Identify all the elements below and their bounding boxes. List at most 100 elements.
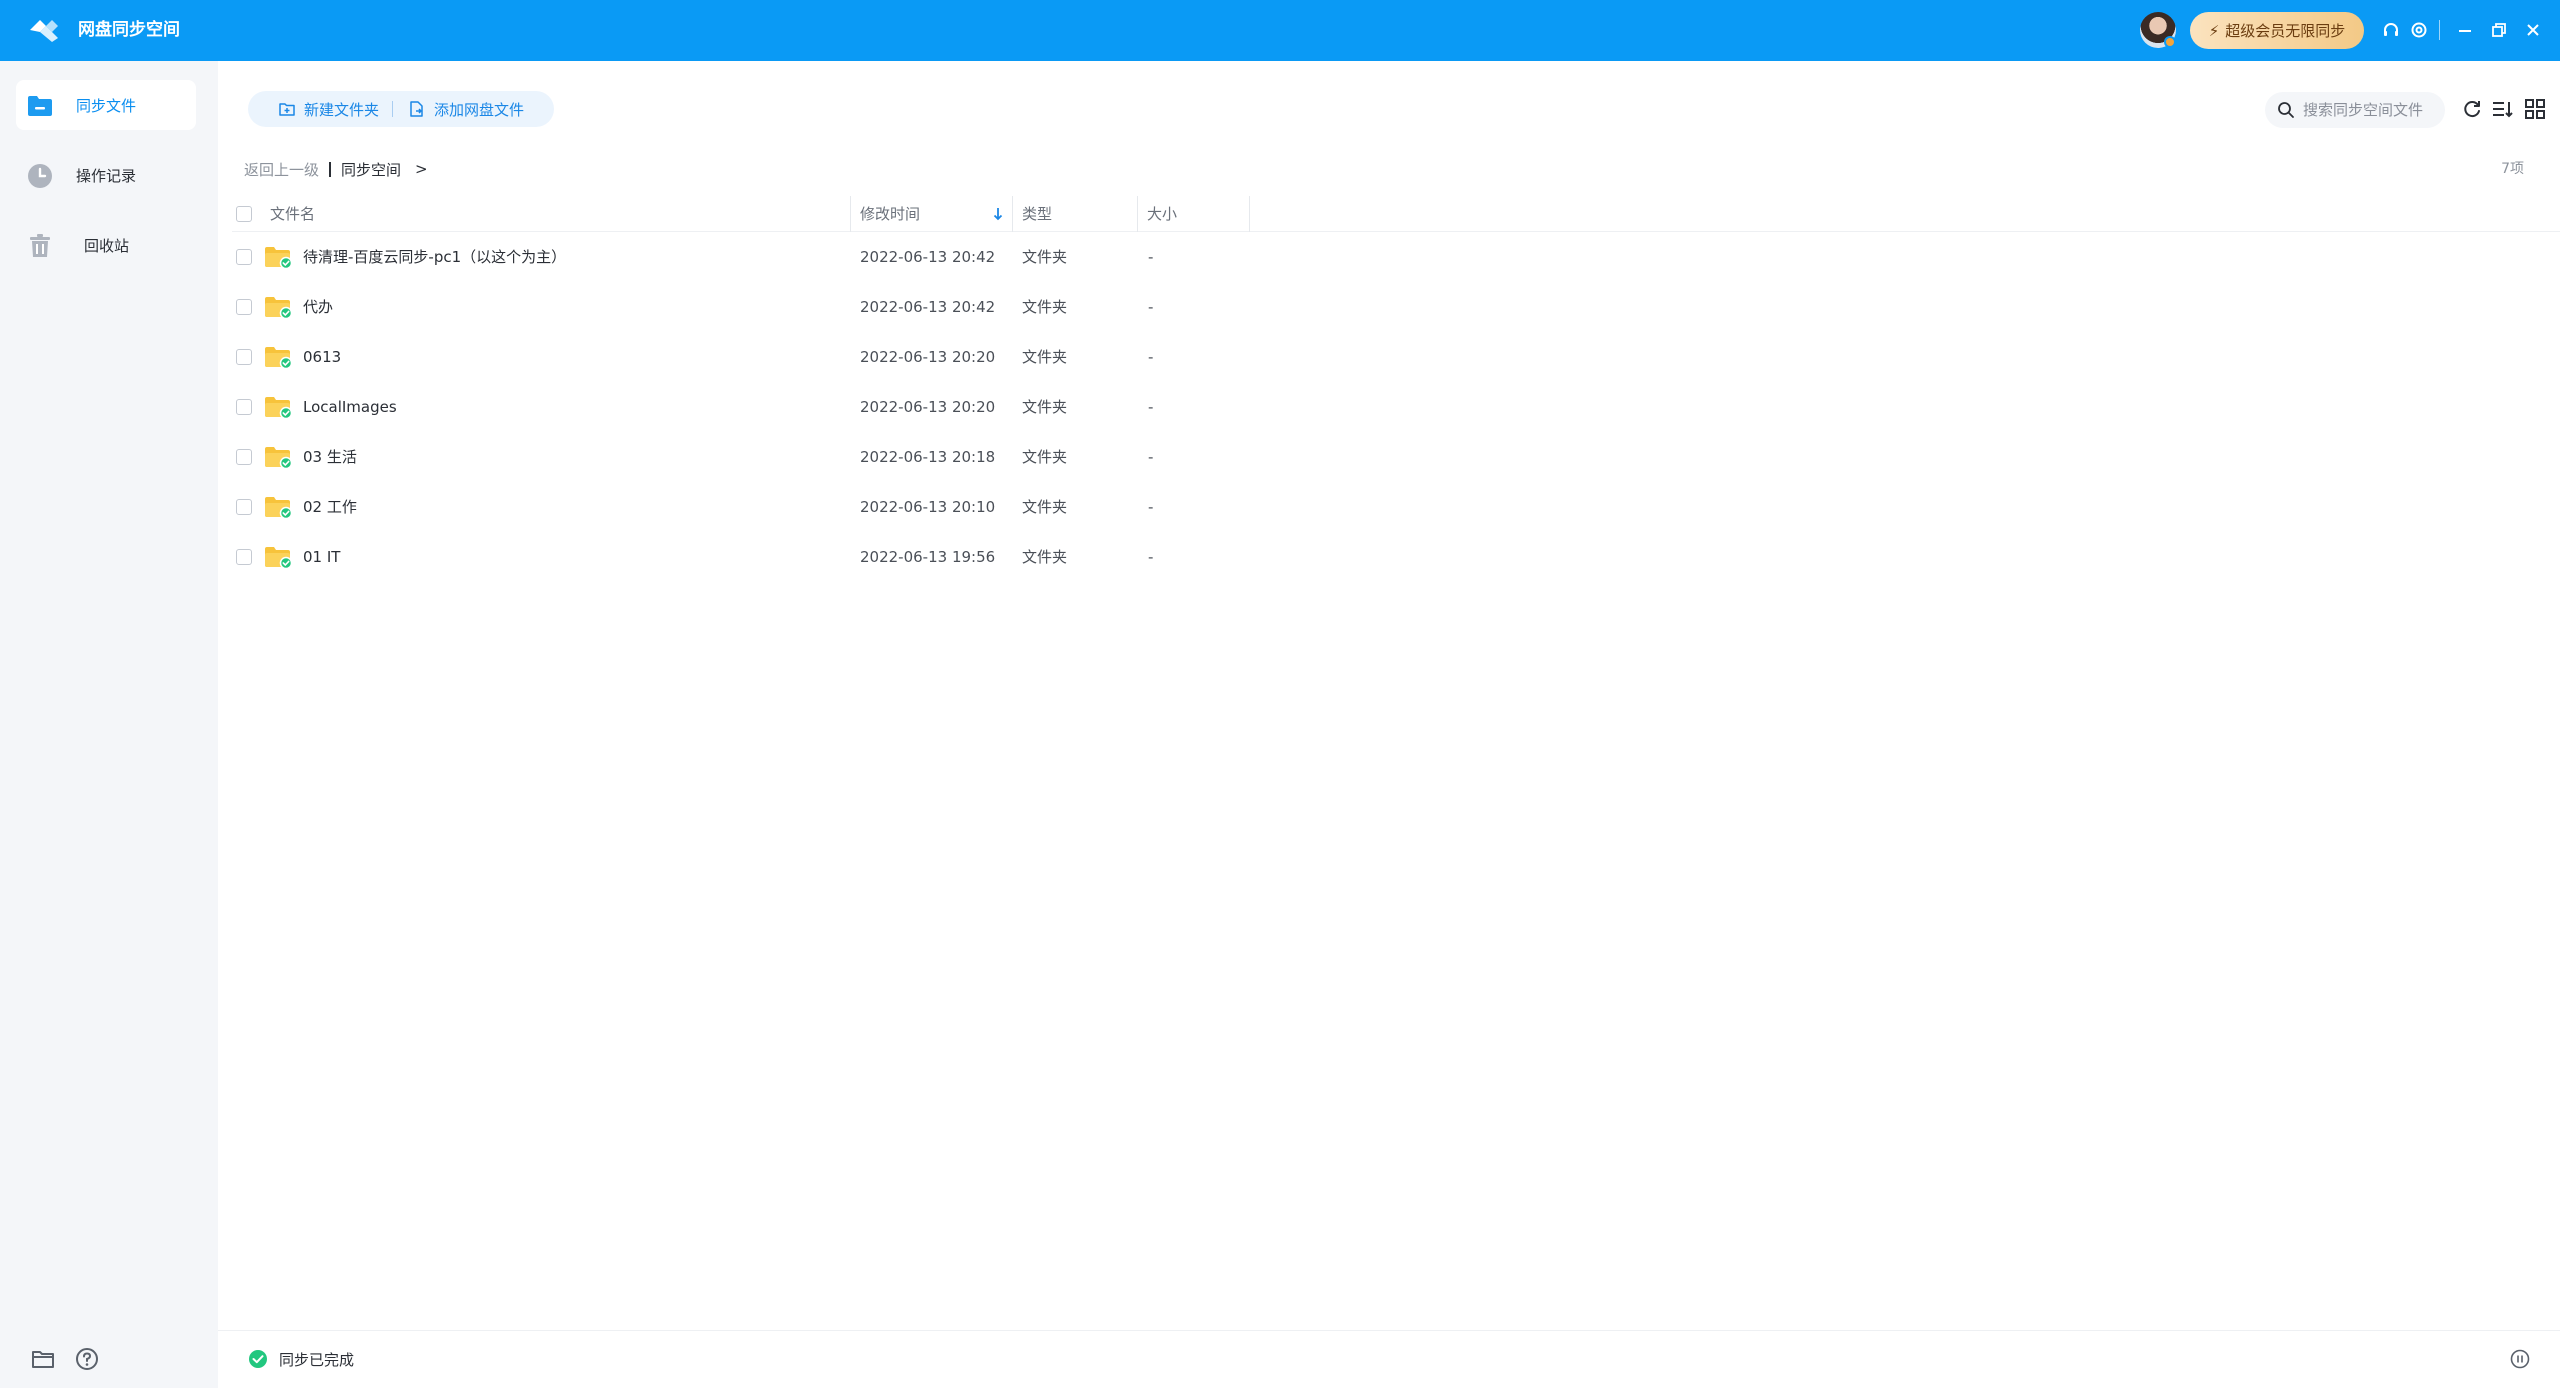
table-row[interactable]: 02 工作 2022-06-13 20:10 文件夹 - [232,482,2560,532]
search-icon [2278,102,2294,118]
app-logo-icon [30,20,58,42]
titlebar-divider [2439,20,2440,40]
folder-sync-icon [28,96,52,116]
table-row[interactable]: 03 生活 2022-06-13 20:18 文件夹 - [232,432,2560,482]
file-name[interactable]: 0613 [303,332,341,382]
modified-time: 2022-06-13 20:42 [860,248,996,266]
breadcrumb-arrow: > [415,160,428,178]
avatar-badge [2164,36,2176,48]
breadcrumb: 返回上一级 同步空间 > [244,158,428,180]
synced-folder-icon [265,397,292,419]
refresh-icon[interactable] [2460,97,2484,121]
table-row[interactable]: 01 IT 2022-06-13 19:56 文件夹 - [232,532,2560,582]
grid-view-icon[interactable] [2523,97,2547,121]
sort-descending-icon[interactable] [992,205,1004,223]
file-name[interactable]: 03 生活 [303,432,357,482]
column-header-name[interactable]: 文件名 [270,196,315,232]
file-size: - [1148,398,1154,416]
file-type: 文件夹 [1022,548,1068,566]
add-file-icon [410,101,423,117]
column-divider[interactable] [1249,196,1250,232]
modified-time: 2022-06-13 20:18 [860,448,996,466]
table-row[interactable]: 0613 2022-06-13 20:20 文件夹 - [232,332,2560,382]
select-all-checkbox[interactable] [236,206,252,222]
table-row[interactable]: 代办 2022-06-13 20:42 文件夹 - [232,282,2560,332]
synced-folder-icon [265,297,292,319]
file-type: 文件夹 [1022,448,1068,466]
file-name[interactable]: LocalImages [303,382,397,432]
table-row[interactable]: LocalImages 2022-06-13 20:20 文件夹 - [232,382,2560,432]
synced-folder-icon [265,497,292,519]
file-name[interactable]: 02 工作 [303,482,357,532]
row-checkbox[interactable] [236,399,252,415]
synced-folder-icon [265,347,292,369]
restore-icon[interactable] [2486,17,2512,43]
add-netdisk-file-button[interactable]: 添加网盘文件 [408,91,524,127]
pause-icon[interactable] [2510,1349,2530,1369]
minimize-icon[interactable] [2452,17,2478,43]
file-type: 文件夹 [1022,348,1068,366]
file-type: 文件夹 [1022,398,1068,416]
title-bar: 网盘同步空间 ⚡ 超级会员无限同步 [0,0,2560,61]
row-checkbox[interactable] [236,549,252,565]
sidebar-item-sync-files[interactable]: 同步文件 [16,80,196,130]
file-name[interactable]: 待清理-百度云同步-pc1（以这个为主） [303,232,566,282]
file-name[interactable]: 代办 [303,282,333,332]
row-checkbox[interactable] [236,449,252,465]
sidebar-item-label: 同步文件 [76,96,137,115]
column-header-size[interactable]: 大小 [1147,196,1177,232]
vip-upgrade-button[interactable]: ⚡ 超级会员无限同步 [2190,12,2364,49]
help-icon[interactable] [74,1346,100,1372]
column-header-modified[interactable]: 修改时间 [860,196,920,232]
column-divider[interactable] [1137,196,1138,232]
search-box [2265,92,2445,128]
file-size: - [1148,448,1154,466]
file-size: - [1148,548,1154,566]
trash-icon [30,234,50,257]
row-checkbox[interactable] [236,349,252,365]
sidebar-item-history[interactable]: 操作记录 [16,150,196,200]
open-folder-icon[interactable] [30,1346,56,1372]
vip-upgrade-label: 超级会员无限同步 [2225,22,2346,40]
file-type: 文件夹 [1022,498,1068,516]
row-checkbox[interactable] [236,299,252,315]
column-header-type[interactable]: 类型 [1022,196,1052,232]
item-count: 7项 [2501,161,2524,177]
close-icon[interactable] [2520,17,2546,43]
new-folder-button[interactable]: 新建文件夹 [278,91,379,127]
row-checkbox[interactable] [236,249,252,265]
modified-time: 2022-06-13 19:56 [860,548,996,566]
table-row[interactable]: 待清理-百度云同步-pc1（以这个为主） 2022-06-13 20:42 文件夹 - [232,232,2560,282]
settings-icon[interactable] [2406,17,2432,43]
file-type: 文件夹 [1022,298,1068,316]
app-title: 网盘同步空间 [78,20,180,40]
toolbar-divider [392,101,393,117]
synced-folder-icon [265,247,292,269]
add-netdisk-file-label: 添加网盘文件 [434,100,525,119]
lightning-icon: ⚡ [2208,21,2220,40]
clock-icon [28,164,52,188]
breadcrumb-current[interactable]: 同步空间 [341,159,401,180]
modified-time: 2022-06-13 20:20 [860,398,996,416]
file-size: - [1148,348,1154,366]
file-size: - [1148,248,1154,266]
sort-list-icon[interactable] [2490,97,2514,121]
file-name[interactable]: 01 IT [303,532,340,582]
sync-status-text: 同步已完成 [279,1351,355,1369]
synced-folder-icon [265,547,292,569]
synced-folder-icon [265,447,292,469]
new-folder-icon [279,103,295,116]
column-divider[interactable] [1012,196,1013,232]
action-toolbar: 新建文件夹 添加网盘文件 [248,91,554,127]
file-type: 文件夹 [1022,248,1068,266]
search-input[interactable] [2303,92,2439,128]
new-folder-label: 新建文件夹 [304,100,380,119]
breadcrumb-back-link[interactable]: 返回上一级 [244,159,319,180]
file-size: - [1148,298,1154,316]
status-bar [218,1330,2560,1388]
sidebar-item-recycle-bin[interactable]: 回收站 [16,220,196,270]
column-divider[interactable] [850,196,851,232]
row-checkbox[interactable] [236,499,252,515]
breadcrumb-divider [329,161,332,177]
headset-icon[interactable] [2378,17,2404,43]
